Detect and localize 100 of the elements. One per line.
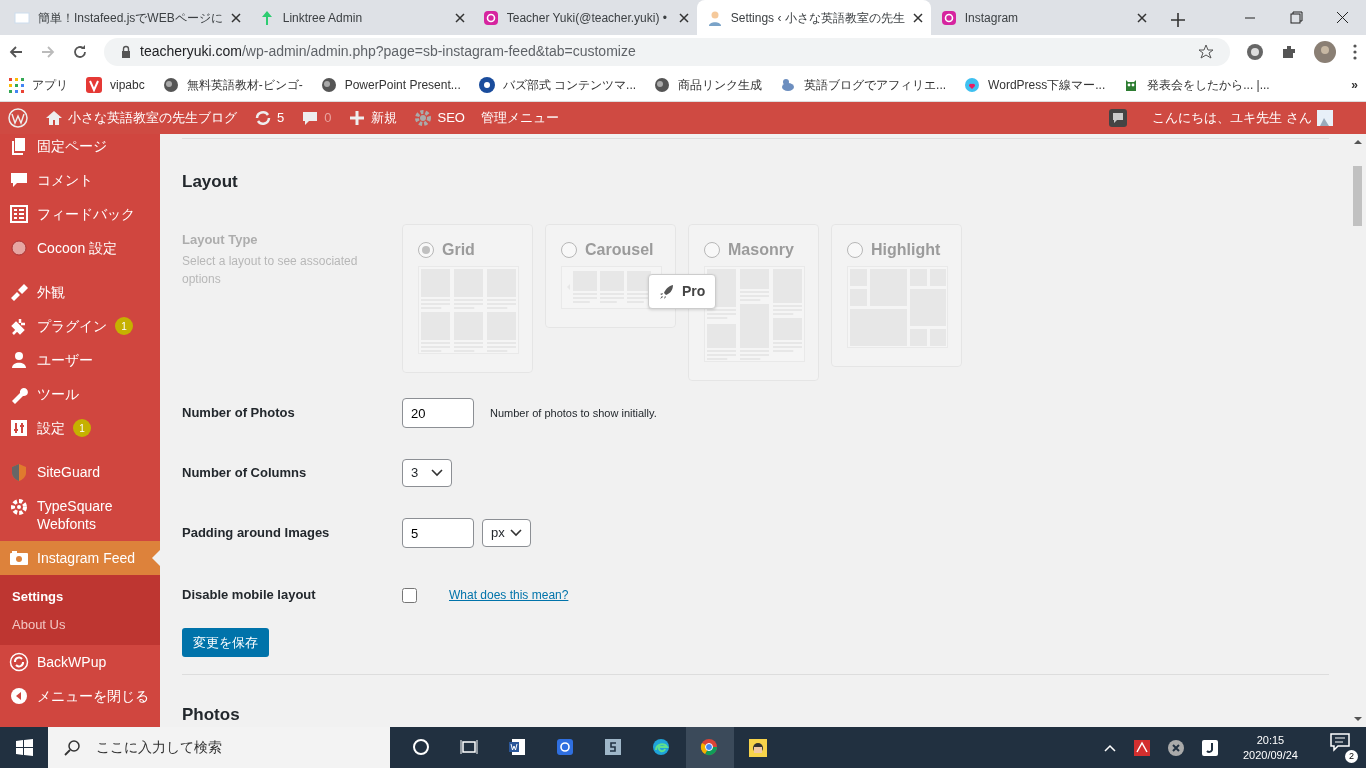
number-input[interactable]: 5 bbox=[402, 518, 474, 548]
circle-icon bbox=[9, 238, 29, 258]
comment-icon bbox=[9, 170, 29, 190]
columns-select[interactable]: 3 bbox=[402, 459, 452, 487]
s-app-icon[interactable] bbox=[604, 737, 624, 758]
bookmark-link[interactable]: vipabc bbox=[86, 75, 145, 94]
bookmark-link[interactable]: アプリ bbox=[8, 75, 68, 94]
sidebar-item[interactable]: メニューを閉じる bbox=[0, 679, 160, 713]
help-link[interactable]: What does this mean? bbox=[449, 586, 569, 604]
j-app-icon[interactable] bbox=[1200, 738, 1219, 757]
globe-icon bbox=[320, 76, 337, 93]
sidebar-item[interactable]: フィードバック bbox=[0, 197, 160, 231]
sidebar-item[interactable]: Cocoon 設定 bbox=[0, 231, 160, 265]
field-label: Number of Photos bbox=[182, 404, 296, 423]
back-icon[interactable] bbox=[8, 43, 24, 60]
scrollbar[interactable] bbox=[1349, 134, 1366, 727]
bookmark-link[interactable]: 発表会をしたから... |... bbox=[1123, 75, 1270, 94]
bookmark-link[interactable]: 商品リンク生成 bbox=[654, 75, 763, 94]
checkbox[interactable] bbox=[402, 587, 417, 603]
sidebar-item[interactable]: 外観 bbox=[0, 275, 160, 309]
star-icon[interactable] bbox=[1198, 43, 1214, 60]
browser-tab[interactable]: Instagram bbox=[930, 0, 1155, 35]
search-icon bbox=[64, 739, 80, 756]
sidebar-item[interactable]: 設定 1 bbox=[0, 411, 160, 445]
admin-menu-link[interactable]: 管理メニュー bbox=[472, 102, 567, 134]
new-content-link[interactable]: 新規 bbox=[339, 102, 406, 134]
option-label: Highlight bbox=[871, 240, 941, 260]
seo-link[interactable]: SEO bbox=[405, 102, 473, 134]
option-label: Carousel bbox=[585, 240, 654, 260]
sidebar-item[interactable]: 固定ページ bbox=[0, 134, 160, 163]
shield-icon bbox=[9, 462, 29, 482]
close-icon[interactable] bbox=[454, 12, 465, 23]
camera-icon bbox=[9, 548, 29, 568]
submenu-item[interactable]: About Us bbox=[0, 611, 160, 639]
sidebar-item[interactable]: BackWPup bbox=[0, 645, 160, 679]
user-icon bbox=[9, 350, 29, 370]
lock-icon bbox=[120, 44, 132, 59]
close-circle-icon[interactable] bbox=[1166, 738, 1185, 757]
bookmark-link[interactable]: バズ部式 コンテンツマ... bbox=[478, 75, 637, 94]
gear-icon bbox=[9, 497, 29, 517]
windows-start-icon[interactable] bbox=[15, 739, 33, 756]
at-mail-icon[interactable] bbox=[556, 737, 576, 758]
character-app-icon[interactable] bbox=[748, 737, 768, 758]
submenu-item[interactable]: Settings bbox=[0, 583, 160, 611]
sidebar-item[interactable]: Instagram Feed bbox=[0, 541, 160, 575]
sidebar-item[interactable]: コメント bbox=[0, 163, 160, 197]
scrollbar-thumb[interactable] bbox=[1353, 166, 1362, 226]
notification-count: 2 bbox=[1345, 750, 1358, 764]
site-name-link[interactable]: 小さな英語教室の先生ブログ bbox=[36, 102, 245, 134]
save-button[interactable]: 変更を保存 bbox=[182, 628, 269, 657]
new-tab-icon[interactable] bbox=[1170, 13, 1185, 27]
browser-tab[interactable]: Teacher Yuki(@teacher.yuki) • bbox=[472, 0, 697, 35]
close-icon[interactable] bbox=[1136, 12, 1147, 23]
account-menu-link[interactable]: こんにちは、ユキ先生 さん bbox=[1144, 102, 1342, 134]
number-input[interactable]: 20 bbox=[402, 398, 474, 428]
scroll-up-icon[interactable] bbox=[1352, 138, 1363, 146]
close-icon[interactable] bbox=[678, 12, 689, 23]
brush-icon bbox=[9, 282, 29, 302]
bookmark-link[interactable]: WordPress下線マー... bbox=[964, 75, 1106, 94]
sidebar-item[interactable]: ユーザー bbox=[0, 343, 160, 377]
close-icon[interactable] bbox=[912, 12, 923, 23]
field-label: Layout Type bbox=[182, 231, 259, 249]
avatar-icon[interactable] bbox=[1314, 40, 1336, 63]
refresh-icon bbox=[9, 652, 29, 672]
bookmark-link[interactable]: 英語ブログでアフィリエ... bbox=[780, 75, 947, 94]
sidebar-item[interactable]: ツール bbox=[0, 377, 160, 411]
unit-select[interactable]: px bbox=[482, 519, 531, 547]
app-tray-icon[interactable] bbox=[1132, 738, 1151, 757]
bookmark-link[interactable]: 無料英語教材-ビンゴ- bbox=[162, 75, 303, 94]
updates-link[interactable]: 5 bbox=[245, 102, 293, 134]
b-logo-icon bbox=[478, 76, 495, 93]
close-icon[interactable] bbox=[230, 12, 241, 23]
scroll-down-icon[interactable] bbox=[1352, 715, 1363, 723]
bookmark-link[interactable]: PowerPoint Present... bbox=[320, 75, 461, 94]
browser-tab[interactable]: 簡単！Instafeed.jsでWEBページに bbox=[4, 0, 249, 35]
reload-icon[interactable] bbox=[72, 43, 88, 60]
more-bookmarks-button[interactable]: » bbox=[1351, 75, 1358, 94]
document-app-icon[interactable] bbox=[508, 737, 528, 758]
chrome-browser-icon[interactable] bbox=[700, 737, 720, 758]
sidebar-item[interactable]: TypeSquare Webfonts bbox=[0, 489, 160, 541]
browser-tab[interactable]: Linktree Admin bbox=[248, 0, 473, 35]
extension-circle-icon[interactable] bbox=[1246, 42, 1264, 61]
menu-icon[interactable] bbox=[1352, 42, 1358, 61]
browser-tab[interactable]: Settings ‹ 小さな英語教室の先生 bbox=[696, 0, 931, 35]
clock[interactable]: 20:15 2020/09/24 bbox=[1234, 732, 1306, 763]
chevron-down-icon bbox=[431, 469, 443, 477]
field-hint: Number of photos to show initially. bbox=[490, 405, 657, 421]
update-count-badge: 1 bbox=[115, 317, 133, 335]
option-label: Masonry bbox=[728, 240, 794, 260]
chevron-up-icon[interactable] bbox=[1102, 742, 1117, 753]
taskbar-search-field[interactable]: ここに入力して検索 bbox=[48, 727, 390, 768]
browser-wave-icon[interactable] bbox=[652, 737, 672, 758]
sidebar-item[interactable]: プラグイン 1 bbox=[0, 309, 160, 343]
address-bar[interactable]: teacheryuki.com/wp-admin/admin.php?page=sb-instagram-feed&tab=customize bbox=[104, 37, 1230, 66]
sidebar-item[interactable]: SiteGuard bbox=[0, 455, 160, 489]
notification-center-button[interactable]: 2 bbox=[1330, 731, 1358, 764]
globe-icon bbox=[162, 76, 179, 93]
apps-grid-icon bbox=[8, 76, 24, 93]
circle-icon[interactable] bbox=[412, 737, 432, 758]
refresh-icon bbox=[253, 108, 273, 128]
